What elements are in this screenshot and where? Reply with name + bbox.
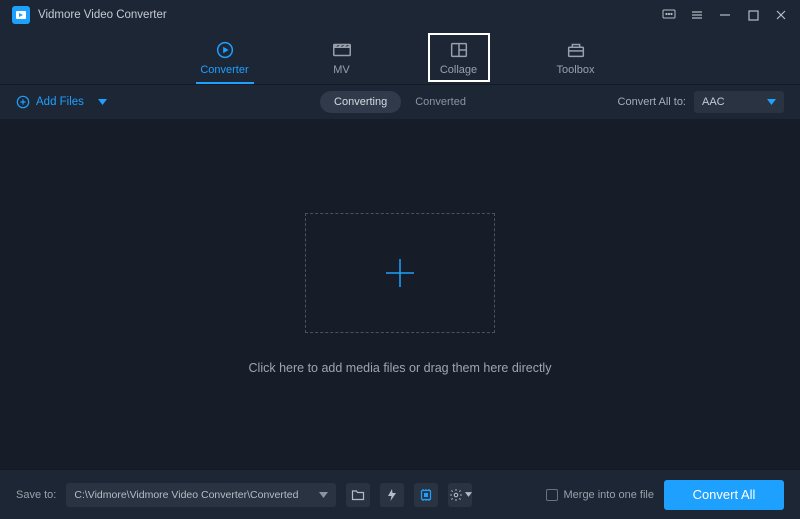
main-tabs: Converter MV Collage Toolbox	[0, 30, 800, 85]
merge-checkbox[interactable]	[546, 489, 558, 501]
menu-icon[interactable]	[690, 8, 704, 22]
app-title: Vidmore Video Converter	[38, 9, 167, 21]
dropzone[interactable]	[305, 213, 495, 333]
convert-all-to-label: Convert All to:	[618, 96, 686, 108]
status-segment: Converting Converted	[320, 91, 480, 113]
content-area: Click here to add media files or drag th…	[0, 119, 800, 469]
tab-collage-label: Collage	[440, 64, 477, 76]
plus-icon	[380, 253, 420, 293]
merge-label: Merge into one file	[564, 489, 655, 501]
save-to-label: Save to:	[16, 489, 56, 501]
maximize-button[interactable]	[746, 8, 760, 22]
app-window: Vidmore Video Converter Converter MV Col…	[0, 0, 800, 519]
merge-option[interactable]: Merge into one file	[546, 489, 655, 501]
gpu-accel-button[interactable]	[414, 483, 438, 507]
tab-converter[interactable]: Converter	[194, 39, 256, 82]
dropzone-hint: Click here to add media files or drag th…	[249, 361, 552, 375]
chevron-down-icon	[319, 492, 328, 498]
sub-toolbar: Add Files Converting Converted Convert A…	[0, 85, 800, 119]
segment-converted[interactable]: Converted	[401, 91, 480, 113]
tab-toolbox-label: Toolbox	[557, 64, 595, 76]
add-files-label: Add Files	[36, 96, 84, 108]
app-logo	[12, 6, 30, 24]
titlebar: Vidmore Video Converter	[0, 0, 800, 30]
tab-mv[interactable]: MV	[311, 39, 373, 82]
close-button[interactable]	[774, 8, 788, 22]
save-to-path-select[interactable]: C:\Vidmore\Vidmore Video Converter\Conve…	[66, 483, 336, 507]
convert-all-button[interactable]: Convert All	[664, 480, 784, 510]
tab-toolbox[interactable]: Toolbox	[545, 39, 607, 82]
convert-all-to: Convert All to: AAC	[618, 91, 784, 113]
minimize-button[interactable]	[718, 8, 732, 22]
open-folder-button[interactable]	[346, 483, 370, 507]
format-select-value: AAC	[702, 96, 725, 108]
high-speed-button[interactable]	[380, 483, 404, 507]
chevron-down-icon	[465, 492, 472, 497]
footer-bar: Save to: C:\Vidmore\Vidmore Video Conver…	[0, 469, 800, 519]
chevron-down-icon	[98, 99, 107, 105]
tab-collage[interactable]: Collage	[428, 33, 490, 82]
tab-mv-label: MV	[333, 64, 350, 76]
save-to-path: C:\Vidmore\Vidmore Video Converter\Conve…	[74, 489, 311, 501]
feedback-icon[interactable]	[662, 8, 676, 22]
settings-button[interactable]	[448, 483, 472, 507]
tab-converter-label: Converter	[200, 64, 248, 76]
add-files-button[interactable]: Add Files	[16, 95, 107, 109]
tab-underline	[196, 82, 254, 84]
segment-converting[interactable]: Converting	[320, 91, 401, 113]
titlebar-left: Vidmore Video Converter	[12, 6, 167, 24]
plus-circle-icon	[16, 95, 30, 109]
titlebar-right	[662, 8, 788, 22]
chevron-down-icon	[767, 99, 776, 105]
format-select[interactable]: AAC	[694, 91, 784, 113]
